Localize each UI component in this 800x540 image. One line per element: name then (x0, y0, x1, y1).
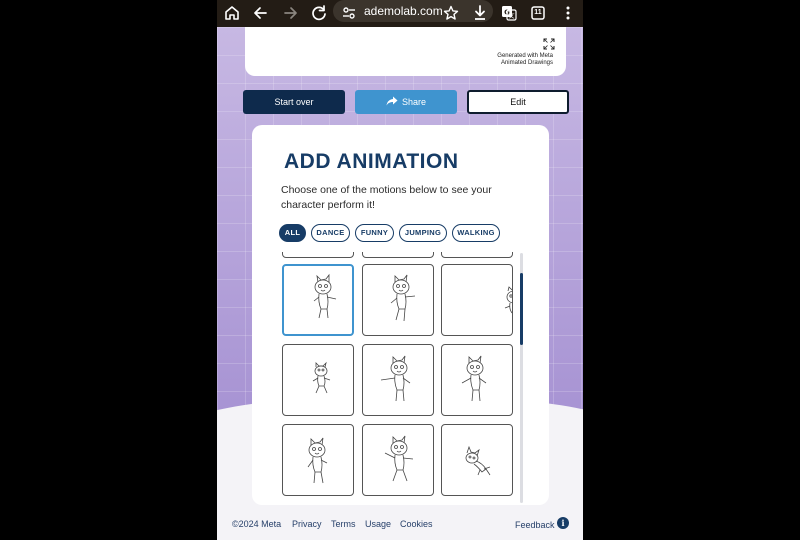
cat-drawing (504, 286, 512, 314)
copyright-text: ©2024 Meta (232, 519, 282, 529)
generated-line-2: Animated Drawings (500, 60, 553, 66)
motion-tile-selected[interactable] (282, 264, 354, 336)
expand-icon[interactable] (543, 37, 555, 50)
terms-link[interactable]: Terms (331, 518, 356, 530)
tune-icon[interactable] (338, 2, 360, 24)
usage-link[interactable]: Usage (365, 518, 391, 530)
generated-line-1: Generated with Meta (497, 53, 553, 59)
url-text[interactable]: ademolab.com (364, 3, 443, 19)
arrow-left-icon[interactable] (250, 2, 272, 24)
info-icon[interactable]: i (557, 517, 569, 529)
translate-icon[interactable]: G文 (498, 2, 520, 24)
grid-scrollbar-thumb[interactable] (520, 273, 523, 345)
edit-button[interactable]: Edit (467, 90, 569, 114)
add-animation-description: Choose one of the motions below to see y… (281, 184, 492, 211)
motion-tile[interactable] (282, 252, 354, 258)
cat-drawing (313, 273, 337, 319)
motion-tile[interactable] (441, 252, 513, 258)
filter-chip-walking[interactable]: WALKING (452, 224, 500, 242)
cat-drawing (384, 435, 414, 482)
tab-switcher-icon[interactable]: 11 (527, 2, 549, 24)
filter-chip-jumping[interactable]: JUMPING (399, 224, 447, 242)
cat-drawing (461, 355, 487, 402)
cat-drawing (312, 361, 331, 394)
cat-drawing (390, 274, 416, 322)
download-icon[interactable] (469, 2, 491, 24)
motion-tile[interactable] (441, 424, 513, 496)
motion-tile[interactable] (441, 344, 513, 416)
filter-chip-dance[interactable]: DANCE (311, 224, 350, 242)
arrow-right-icon[interactable] (279, 2, 301, 24)
motion-grid (279, 252, 519, 500)
start-over-button[interactable]: Start over (243, 90, 345, 114)
share-button[interactable]: Share (355, 90, 457, 114)
star-icon[interactable] (440, 2, 462, 24)
motion-tile[interactable] (362, 424, 434, 496)
filter-chip-all[interactable]: ALL (279, 224, 306, 242)
motion-tile[interactable] (362, 344, 434, 416)
browser-toolbar: ademolab.com G文 11 (217, 0, 583, 27)
svg-text:文: 文 (508, 12, 514, 20)
add-animation-title: ADD ANIMATION (284, 150, 459, 173)
share-label: Share (401, 97, 427, 107)
privacy-link[interactable]: Privacy (292, 518, 322, 530)
cat-drawing (380, 355, 411, 402)
motion-tile[interactable] (362, 264, 434, 336)
filter-chip-funny[interactable]: FUNNY (355, 224, 394, 242)
motion-tile[interactable] (282, 424, 354, 496)
cat-drawing (307, 437, 328, 484)
home-icon[interactable] (221, 2, 243, 24)
reload-icon[interactable] (308, 2, 330, 24)
generated-with-caption: Generated with Meta Animated Drawings (487, 53, 553, 67)
motion-tile[interactable] (282, 344, 354, 416)
drawing-preview-card (245, 27, 566, 76)
cookies-link[interactable]: Cookies (400, 518, 433, 530)
motion-tile[interactable] (441, 264, 513, 336)
feedback-link[interactable]: Feedback (515, 519, 555, 531)
tab-count: 11 (534, 9, 542, 16)
motion-tile[interactable] (362, 252, 434, 258)
more-vertical-icon[interactable] (557, 2, 579, 24)
share-arrow-icon (386, 96, 398, 106)
phone-viewport: ademolab.com G文 11 Generated with Meta A… (217, 0, 583, 540)
cat-drawing (465, 445, 491, 476)
